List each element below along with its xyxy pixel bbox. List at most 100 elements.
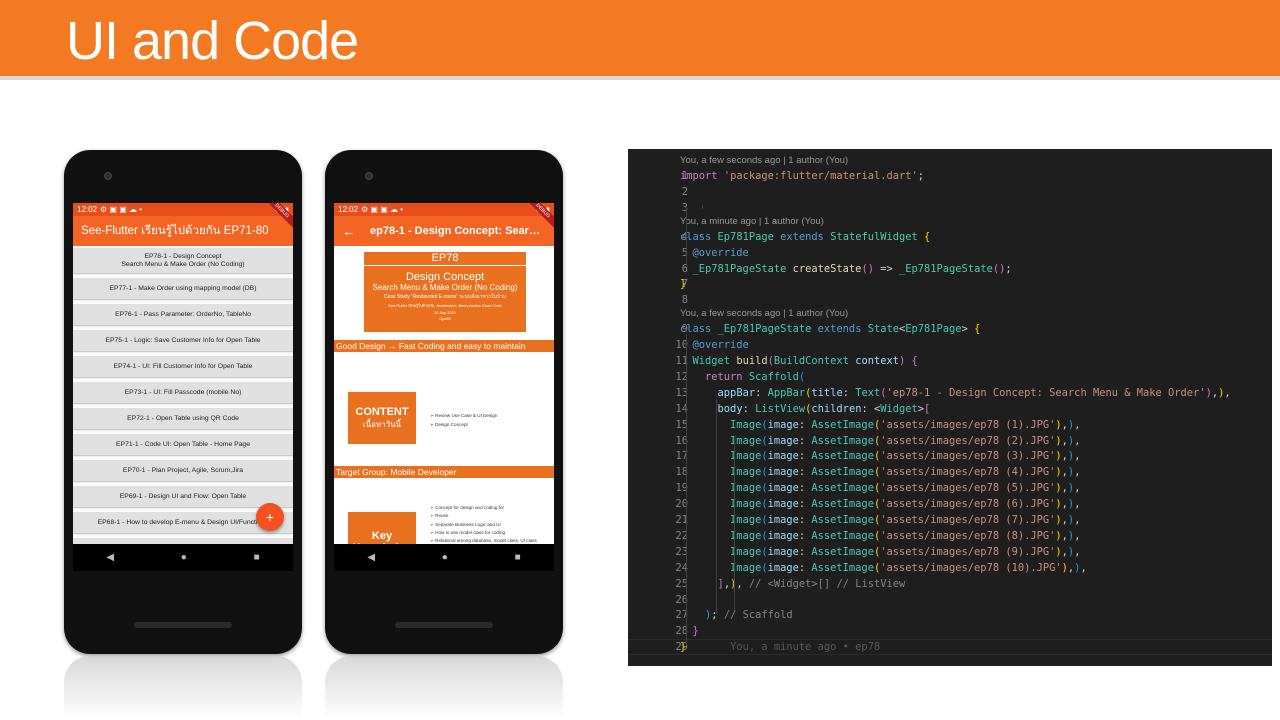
code-line[interactable]: 1 import 'package:flutter/material.dart'; bbox=[628, 168, 1272, 184]
code-line[interactable]: 19 Image(image: AssetImage('assets/image… bbox=[628, 480, 1272, 496]
slide-image-1: EP78 Design Concept Search Menu & Make O… bbox=[334, 246, 554, 366]
slide-list[interactable]: EP78 Design Concept Search Menu & Make O… bbox=[334, 246, 554, 544]
episode-button[interactable]: EP71-1 - Code UI: Open Table - Home Page bbox=[73, 434, 293, 455]
code-line[interactable]: 13 appBar: AppBar(title: Text('ep78-1 - … bbox=[628, 385, 1272, 401]
app-bar-title: ep78-1 - Design Concept: Search ... bbox=[370, 225, 546, 237]
code-line[interactable]: 4 class Ep781Page extends StatefulWidget … bbox=[628, 229, 1272, 245]
code-line[interactable]: 20 Image(image: AssetImage('assets/image… bbox=[628, 496, 1272, 512]
bullet: ➢ Separate Business Logic and UI bbox=[430, 521, 501, 527]
add-button[interactable]: + bbox=[256, 503, 284, 531]
code-line[interactable]: 7} bbox=[628, 276, 1272, 292]
slide-heading: Design Concept bbox=[405, 271, 485, 283]
code-text: body: ListView(children: <Widget>[ bbox=[717, 402, 931, 415]
indent-guide bbox=[686, 334, 687, 646]
nav-home-icon[interactable]: ● bbox=[442, 552, 448, 563]
speaker-grille bbox=[134, 622, 232, 628]
code-line[interactable]: 2 bbox=[628, 184, 1272, 200]
nav-home-icon[interactable]: ● bbox=[181, 552, 187, 563]
codelens-text[interactable]: You, a few seconds ago | 1 author (You) bbox=[680, 153, 848, 169]
codelens-annotation[interactable]: You, a minute ago | 1 author (You) bbox=[628, 214, 1272, 230]
code-text: Image(image: AssetImage('assets/images/e… bbox=[730, 561, 1087, 574]
episode-button[interactable]: EP78-1 - Design Concept Search Menu & Mak… bbox=[73, 248, 293, 273]
episode-button[interactable]: EP72-1 - Open Table using QR Code bbox=[73, 408, 293, 429]
line-number: 26 bbox=[675, 593, 688, 606]
code-line[interactable]: 14 body: ListView(children: <Widget>[ bbox=[628, 401, 1272, 417]
android-nav-bar: ◀ ● ■ bbox=[73, 544, 293, 571]
android-nav-bar: ◀ ● ■ bbox=[334, 544, 554, 571]
indent-guide bbox=[702, 205, 703, 209]
slide-author: Opa69 bbox=[439, 317, 451, 321]
episode-button[interactable]: EP73-1 - UI: Fill Passcode (mobile No) bbox=[73, 382, 293, 403]
code-line[interactable]: 28 } bbox=[628, 623, 1272, 639]
code-text: Image(image: AssetImage('assets/images/e… bbox=[730, 545, 1081, 558]
phone2-screen: 12:02 ⚙ ▣ ▣ ☁ • ▾◢ ▮ DEBUG ← ep78-1 - De… bbox=[334, 203, 554, 571]
code-line[interactable]: 15 Image(image: AssetImage('assets/image… bbox=[628, 417, 1272, 433]
episode-button[interactable]: EP74-1 - UI: Fill Customer Info for Open… bbox=[73, 356, 293, 377]
code-text: Image(image: AssetImage('assets/images/e… bbox=[730, 418, 1081, 431]
code-line[interactable]: 26 bbox=[628, 592, 1272, 608]
notification-icons: ⚙ ▣ ▣ ☁ • bbox=[361, 205, 404, 214]
slide-case: Case Study "Restaurant E-menu" ระบบสั่งอ… bbox=[383, 294, 507, 300]
episode-button[interactable]: EP69-1 - Design UI and Flow: Open Table bbox=[73, 486, 293, 507]
bullet: ➢ Design Concept bbox=[430, 421, 468, 427]
nav-back-icon[interactable]: ◀ bbox=[367, 552, 375, 563]
slide-image-2: CONTENT เนื้อหาวันนี้ ➢ Review Use Case … bbox=[334, 366, 554, 486]
indent-guide bbox=[716, 399, 717, 614]
code-text: ],), // <Widget>[] // ListView bbox=[717, 577, 906, 590]
episode-button[interactable]: EP75-1 - Logic: Save Customer Info for O… bbox=[73, 330, 293, 351]
slide-date: 24 Sep 2020 bbox=[434, 311, 456, 315]
nav-recent-icon[interactable]: ■ bbox=[515, 552, 521, 563]
indent-guide bbox=[734, 436, 735, 611]
code-line[interactable]: 5 @override bbox=[628, 245, 1272, 261]
code-text: } bbox=[692, 625, 699, 638]
episode-button[interactable]: EP76-1 - Pass Parameter: OrderNo, TableN… bbox=[73, 304, 293, 325]
phone2-reflection bbox=[325, 656, 563, 720]
codelens-annotation[interactable]: You, a few seconds ago | 1 author (You) bbox=[628, 153, 1272, 169]
code-line[interactable]: 9 class _Ep781PageState extends State<Ep7… bbox=[628, 321, 1272, 337]
code-line[interactable]: 29} You, a minute ago • ep78 bbox=[628, 639, 1272, 655]
episode-number: EP78 bbox=[364, 252, 526, 266]
content-subtitle: เนื้อหาวันนี้ bbox=[362, 420, 402, 429]
slide-image-3: Key Knowledge ➢ Concept for design and c… bbox=[334, 486, 554, 544]
bullet: ➢ Reuse bbox=[430, 513, 449, 519]
slide-band: Good Design → Fast Coding and easy to ma… bbox=[334, 340, 554, 352]
nav-recent-icon[interactable]: ■ bbox=[254, 552, 260, 563]
code-line[interactable]: 11 Widget build(BuildContext context) { bbox=[628, 353, 1272, 369]
status-bar: 12:02 ⚙ ▣ ▣ ☁ • ▾◢ ▮ DEBUG bbox=[334, 203, 554, 229]
slide-band: Target Group: Mobile Developer bbox=[334, 466, 554, 478]
code-editor[interactable]: You, a few seconds ago | 1 author (You) 1… bbox=[628, 149, 1272, 666]
code-text: @override bbox=[692, 246, 749, 259]
code-text: ); // Scaffold bbox=[705, 609, 793, 622]
code-line[interactable]: 22 Image(image: AssetImage('assets/image… bbox=[628, 528, 1272, 544]
content-title: CONTENT bbox=[355, 406, 409, 418]
code-line[interactable]: 6 _Ep781PageState createState() => _Ep78… bbox=[628, 261, 1272, 277]
code-line[interactable]: 12 return Scaffold( bbox=[628, 369, 1272, 385]
bullet: ➢ Relational among database, model class… bbox=[430, 538, 537, 544]
code-line[interactable]: 25 ],), // <Widget>[] // ListView bbox=[628, 576, 1272, 592]
code-text: } bbox=[680, 278, 687, 291]
knowledge-box: Key Knowledge bbox=[348, 512, 416, 544]
codelens-annotation[interactable]: You, a few seconds ago | 1 author (You) bbox=[628, 306, 1272, 322]
code-line[interactable]: 27 ); // Scaffold bbox=[628, 607, 1272, 623]
nav-back-icon[interactable]: ◀ bbox=[106, 552, 114, 563]
code-text: Image(image: AssetImage('assets/images/e… bbox=[730, 450, 1081, 463]
episode-button[interactable]: EP77-1 - Make Order using mapping model … bbox=[73, 278, 293, 299]
code-text: Image(image: AssetImage('assets/images/e… bbox=[730, 498, 1081, 511]
code-line[interactable]: 24 Image(image: AssetImage('assets/image… bbox=[628, 560, 1272, 576]
codelens-text[interactable]: You, a minute ago | 1 author (You) bbox=[680, 214, 824, 230]
code-line[interactable]: 16 Image(image: AssetImage('assets/image… bbox=[628, 433, 1272, 449]
code-line[interactable]: 18 Image(image: AssetImage('assets/image… bbox=[628, 464, 1272, 480]
code-text: appBar: AppBar(title: Text('ep78-1 - Des… bbox=[717, 386, 1231, 399]
code-line[interactable]: 10 @override bbox=[628, 337, 1272, 353]
phone1-screen: 12:02 ⚙ ▣ ▣ ☁ • ▾◢ ▮ DEBUG See-Flutter เ… bbox=[73, 203, 293, 571]
code-line[interactable]: 21 Image(image: AssetImage('assets/image… bbox=[628, 512, 1272, 528]
code-line[interactable]: 23 Image(image: AssetImage('assets/image… bbox=[628, 544, 1272, 560]
knowledge-title: Key Knowledge bbox=[353, 530, 412, 544]
codelens-text[interactable]: You, a few seconds ago | 1 author (You) bbox=[680, 306, 848, 322]
episode-button[interactable]: EP70-1 - Plan Project, Agile, Scrum,Jira bbox=[73, 460, 293, 481]
slide-title: UI and Code bbox=[66, 11, 359, 71]
slide-header: UI and Code bbox=[0, 0, 1280, 80]
code-line[interactable]: 17 Image(image: AssetImage('assets/image… bbox=[628, 448, 1272, 464]
code-text: Image(image: AssetImage('assets/images/e… bbox=[730, 434, 1081, 447]
back-arrow-icon[interactable]: ← bbox=[342, 223, 356, 239]
